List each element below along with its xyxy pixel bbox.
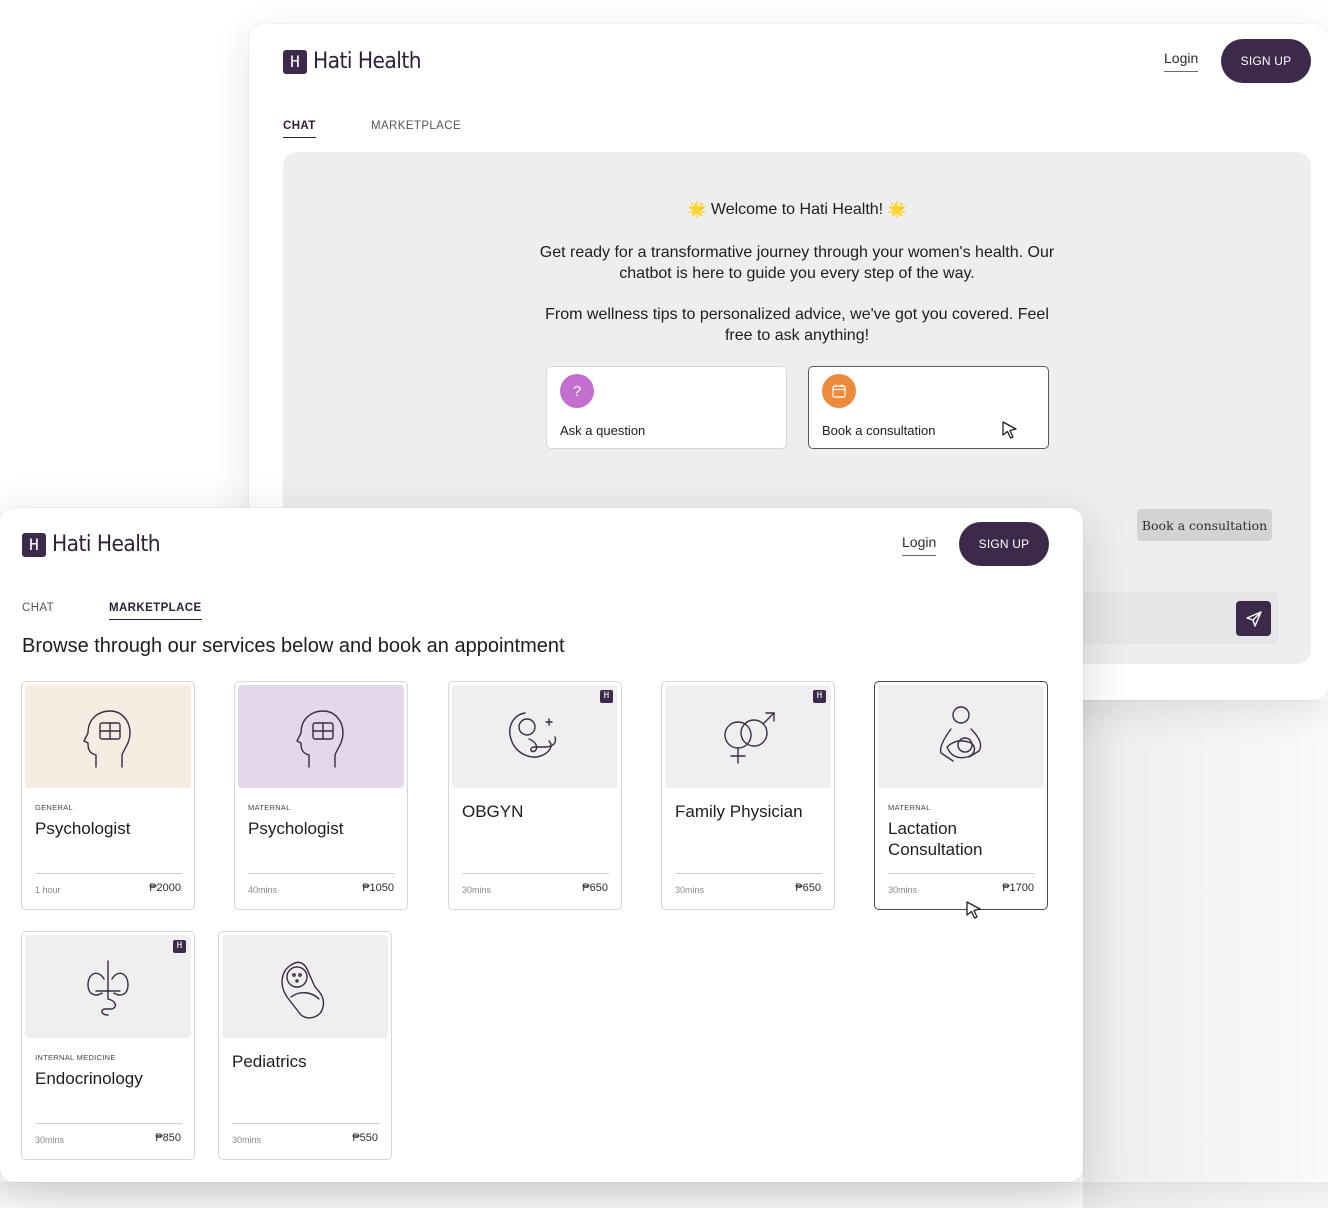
- card-category: MATERNAL: [248, 803, 291, 812]
- card-price: ₱2000: [149, 882, 181, 894]
- logo-text: Hati Health: [52, 532, 161, 557]
- login-link[interactable]: Login: [1164, 50, 1199, 72]
- service-card-family-physician[interactable]: H Family Physician 30mins ₱650: [661, 681, 835, 910]
- logo-text: Hati Health: [313, 49, 422, 74]
- ask-question-card[interactable]: ? Ask a question: [546, 366, 787, 449]
- card-image: H: [665, 685, 831, 788]
- welcome-title: 🌟 Welcome to Hati Health! 🌟: [283, 200, 1311, 219]
- card-price: ₱650: [795, 882, 821, 894]
- action-label: Book a consultation: [822, 423, 936, 438]
- star-icon: 🌟: [887, 201, 907, 218]
- book-consultation-card[interactable]: Book a consultation: [808, 366, 1049, 449]
- service-card-psychologist-general[interactable]: GENERAL Psychologist 1 hour ₱2000: [21, 681, 195, 910]
- card-image: [238, 685, 404, 788]
- divider: [35, 1123, 182, 1124]
- card-image: [222, 935, 388, 1038]
- card-duration: 30mins: [888, 885, 918, 895]
- card-duration: 30mins: [462, 885, 492, 895]
- tab-chat[interactable]: CHAT: [22, 602, 54, 619]
- card-duration: 40mins: [248, 885, 278, 895]
- h-badge: H: [173, 940, 186, 953]
- question-icon: ?: [560, 374, 594, 408]
- brain-puzzle-icon: [296, 709, 344, 768]
- tab-marketplace[interactable]: MARKETPLACE: [371, 120, 461, 137]
- card-category: INTERNAL MEDICINE: [35, 1053, 116, 1062]
- service-card-psychologist-maternal[interactable]: MATERNAL Psychologist 40mins ₱1050: [234, 681, 408, 910]
- page-heading: Browse through our services below and bo…: [22, 635, 565, 657]
- action-label: Ask a question: [560, 423, 646, 438]
- send-button[interactable]: [1236, 601, 1271, 636]
- card-title: Family Physician: [675, 802, 803, 821]
- card-image: H: [25, 935, 191, 1038]
- card-title: Lactation Consultation: [888, 819, 983, 859]
- h-badge: H: [813, 690, 826, 703]
- logo-mark: H: [283, 49, 307, 74]
- divider: [35, 873, 182, 874]
- thyroid-icon: [87, 959, 129, 1016]
- card-title: Endocrinology: [35, 1069, 143, 1088]
- card-duration: 1 hour: [35, 885, 61, 895]
- star-icon: 🌟: [687, 201, 707, 218]
- card-price: ₱650: [582, 882, 608, 894]
- intro-paragraph: Get ready for a transformative journey t…: [539, 244, 1055, 282]
- card-title: Psychologist: [35, 819, 131, 838]
- fetus-icon: [509, 711, 557, 758]
- tab-chat[interactable]: CHAT: [283, 120, 316, 138]
- welcome-text: Welcome to Hati Health!: [710, 201, 884, 218]
- card-duration: 30mins: [35, 1135, 65, 1145]
- card-duration: 30mins: [675, 885, 705, 895]
- card-category: MATERNAL: [888, 803, 931, 812]
- card-price: ₱1700: [1002, 882, 1034, 894]
- divider: [232, 1123, 379, 1124]
- card-image: [878, 685, 1044, 788]
- card-title: OBGYN: [462, 802, 524, 821]
- backdrop-shadow: [0, 1182, 1328, 1208]
- sent-message-chip: Book a consultation: [1137, 509, 1272, 541]
- card-title: Psychologist: [248, 819, 344, 838]
- divider: [675, 873, 822, 874]
- card-price: ₱1050: [362, 882, 394, 894]
- tab-marketplace[interactable]: MARKETPLACE: [109, 602, 202, 620]
- swaddled-baby-icon: [281, 961, 325, 1018]
- card-price: ₱850: [155, 1132, 181, 1144]
- divider: [462, 873, 609, 874]
- gender-symbols-icon: [724, 711, 775, 764]
- cursor-icon: [1002, 421, 1017, 439]
- service-card-pediatrics[interactable]: Pediatrics 30mins ₱550: [218, 931, 392, 1160]
- cursor-icon: [966, 901, 981, 919]
- logo[interactable]: H Hati Health: [283, 49, 430, 74]
- intro-paragraph: From wellness tips to personalized advic…: [545, 306, 1049, 344]
- signup-button[interactable]: SIGN UP: [959, 522, 1049, 566]
- logo[interactable]: H Hati Health: [22, 532, 169, 557]
- service-card-endocrinology[interactable]: H INTERNAL MEDICINE Endocrinology 30mins…: [21, 931, 195, 1160]
- divider: [248, 873, 395, 874]
- card-price: ₱550: [352, 1132, 378, 1144]
- card-image: [25, 685, 191, 788]
- signup-button[interactable]: SIGN UP: [1221, 39, 1311, 83]
- service-card-obgyn[interactable]: H OBGYN 30mins ₱650: [448, 681, 622, 910]
- h-badge: H: [600, 690, 613, 703]
- card-image: H: [452, 685, 618, 788]
- card-duration: 30mins: [232, 1135, 262, 1145]
- marketplace-window: H Hati Health Login SIGN UP CHAT MARKETP…: [0, 508, 1083, 1182]
- calendar-icon: [822, 374, 856, 408]
- mother-baby-icon: [939, 705, 982, 762]
- card-category: GENERAL: [35, 803, 73, 812]
- logo-mark: H: [22, 532, 46, 557]
- login-link[interactable]: Login: [902, 534, 937, 556]
- divider: [888, 873, 1035, 874]
- backdrop-shadow: [1083, 700, 1328, 1208]
- service-card-lactation-consultation[interactable]: MATERNAL Lactation Consultation 30mins ₱…: [874, 681, 1048, 910]
- send-icon: [1245, 610, 1262, 627]
- card-title: Pediatrics: [232, 1052, 307, 1071]
- brain-puzzle-icon: [83, 709, 131, 768]
